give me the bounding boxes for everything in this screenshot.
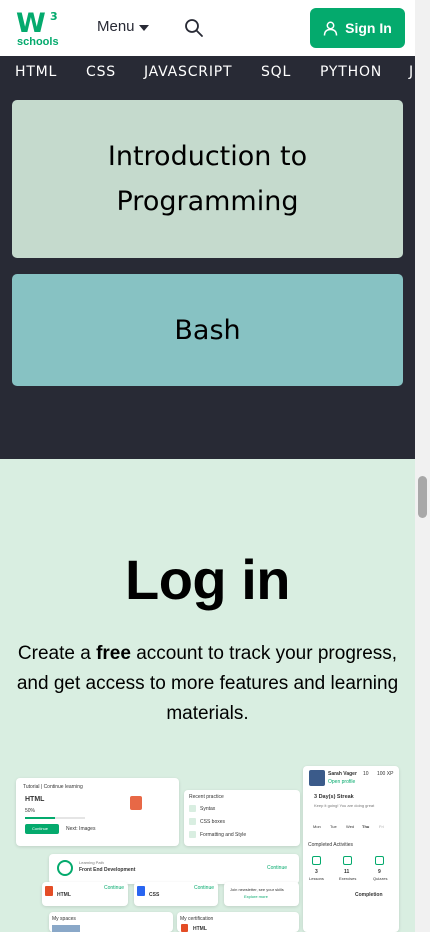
preview-stat-label: Exercises bbox=[339, 876, 357, 881]
preview-progress-fill bbox=[25, 817, 55, 819]
preview-day: Fri bbox=[379, 824, 384, 829]
topics-nav: HTML CSS JAVASCRIPT SQL PYTHON J bbox=[0, 56, 415, 88]
preview-course-name: HTML bbox=[25, 796, 45, 803]
preview-profile-xp: 100 XP bbox=[377, 771, 394, 777]
space-thumbnail bbox=[52, 925, 80, 932]
user-icon bbox=[323, 21, 338, 36]
preview-course-progress: 50% bbox=[25, 808, 36, 814]
login-title: Log in bbox=[125, 548, 290, 611]
lessons-icon bbox=[312, 856, 321, 865]
nav-item-javascript[interactable]: JAVASCRIPT bbox=[144, 64, 232, 80]
preview-mini-course: CSS Continue bbox=[134, 882, 218, 906]
preview-continue-button: Continue bbox=[25, 824, 59, 834]
preview-day: Mon bbox=[313, 824, 321, 829]
preview-stat-value: 9 bbox=[378, 869, 381, 875]
preview-profile-level: 10 bbox=[363, 771, 369, 777]
course-card-intro-programming[interactable]: Introduction to Programming bbox=[12, 100, 403, 258]
login-desc-free: free bbox=[96, 643, 131, 664]
logo-wordmark: schools bbox=[17, 36, 59, 48]
course-card-title: Introduction to Programming bbox=[107, 141, 308, 217]
sign-in-button[interactable]: Sign In bbox=[310, 8, 405, 48]
preview-explore-card: Join newsletter, see your skills Explore… bbox=[224, 882, 299, 906]
preview-mini-course: HTML Continue bbox=[42, 882, 128, 906]
search-icon[interactable] bbox=[184, 18, 204, 38]
menu-button[interactable]: Menu bbox=[97, 18, 149, 35]
preview-my-certification: My certification bbox=[180, 916, 214, 922]
preview-mini-course-name: CSS bbox=[149, 892, 160, 898]
exercises-icon bbox=[343, 856, 352, 865]
dashboard-preview-image: Tutorial | Continue learning HTML 50% Co… bbox=[14, 762, 401, 932]
course-card-bash[interactable]: Bash bbox=[12, 274, 403, 386]
css3-icon bbox=[137, 886, 145, 896]
nav-item-more[interactable]: J bbox=[409, 64, 414, 80]
preview-day: Wed bbox=[346, 824, 355, 829]
preview-recent-item: Syntax bbox=[200, 806, 216, 812]
login-description: Create a free account to track your prog… bbox=[10, 639, 405, 729]
avatar bbox=[309, 770, 325, 786]
preview-learning-path-name: Front End Development bbox=[79, 867, 136, 873]
login-desc-pre: Create a bbox=[17, 643, 97, 664]
page-scrollbar[interactable] bbox=[415, 0, 430, 932]
preview-my-spaces: My spaces bbox=[52, 916, 76, 922]
progress-ring-icon bbox=[57, 860, 73, 876]
preview-spaces-card: My spaces bbox=[49, 912, 173, 932]
courses-section: Introduction to Programming Bash bbox=[0, 88, 415, 459]
preview-profile-card: Sarah Vager Open profile 10 100 XP 3 Day… bbox=[303, 766, 399, 932]
preview-recent-item: Formatting and Style bbox=[200, 832, 247, 838]
svg-text:W: W bbox=[16, 8, 46, 39]
course-card-title: Bash bbox=[174, 314, 241, 346]
menu-label: Menu bbox=[97, 18, 135, 35]
preview-streak-label: 3 Day(s) Streak bbox=[314, 794, 354, 800]
preview-continue-label: Continue bbox=[32, 826, 49, 831]
nav-item-html[interactable]: HTML bbox=[15, 64, 57, 80]
w3schools-logo[interactable]: W 3 schools bbox=[16, 6, 62, 50]
preview-completion-label: Completion bbox=[355, 892, 383, 898]
html5-badge-icon bbox=[130, 796, 142, 810]
nav-item-python[interactable]: PYTHON bbox=[320, 64, 382, 80]
preview-stat-label: Quizzes bbox=[373, 876, 388, 881]
preview-cert-name: HTML bbox=[193, 926, 207, 932]
practice-icon bbox=[189, 818, 196, 825]
preview-recent-item: CSS boxes bbox=[200, 819, 226, 825]
practice-icon bbox=[189, 831, 196, 838]
preview-profile-link: Open profile bbox=[328, 779, 356, 785]
preview-mini-course-action: Continue bbox=[194, 885, 215, 891]
preview-stat-value: 11 bbox=[344, 869, 350, 875]
svg-text:3: 3 bbox=[50, 10, 58, 23]
preview-certification-card: My certification HTML bbox=[177, 912, 299, 932]
preview-learning-path-label: Learning Path bbox=[79, 860, 104, 865]
preview-stat-value: 3 bbox=[315, 869, 318, 875]
preview-mini-course-action: Continue bbox=[104, 885, 125, 891]
preview-stat-label: Lessons bbox=[309, 876, 324, 881]
site-header: W 3 schools Menu Sign In bbox=[0, 0, 415, 56]
preview-mini-course-name: HTML bbox=[57, 892, 71, 898]
preview-explore-link: Explore more bbox=[244, 894, 268, 899]
preview-learning-path-card: Learning Path Front End Development Cont… bbox=[49, 854, 299, 884]
html5-icon bbox=[45, 886, 53, 896]
preview-continue-card: Tutorial | Continue learning HTML 50% Co… bbox=[16, 778, 179, 846]
nav-item-css[interactable]: CSS bbox=[86, 64, 116, 80]
quizzes-icon bbox=[375, 856, 384, 865]
preview-next-label: Next: Images bbox=[66, 826, 96, 832]
preview-explore-text: Join newsletter, see your skills bbox=[230, 887, 284, 892]
practice-icon bbox=[189, 805, 196, 812]
html5-icon bbox=[181, 924, 188, 932]
preview-tutorial-crumb: Tutorial | Continue learning bbox=[23, 784, 83, 790]
preview-streak-sub: Keep it going! You are doing great bbox=[314, 803, 375, 808]
preview-recent-card: Recent practice Syntax CSS boxes Formatt… bbox=[184, 790, 300, 846]
preview-day: Tue bbox=[330, 824, 337, 829]
login-section: Log in Create a free account to track yo… bbox=[0, 459, 415, 932]
preview-profile-name: Sarah Vager bbox=[328, 771, 357, 777]
nav-item-sql[interactable]: SQL bbox=[261, 64, 291, 80]
preview-recent-header: Recent practice bbox=[189, 794, 224, 800]
scrollbar-thumb[interactable] bbox=[418, 476, 427, 518]
sign-in-label: Sign In bbox=[345, 20, 392, 36]
preview-learning-path-action: Continue bbox=[267, 865, 288, 871]
caret-down-icon bbox=[138, 24, 149, 31]
preview-completed-header: Completed Activities bbox=[308, 842, 354, 848]
preview-day: Thu bbox=[362, 824, 370, 829]
